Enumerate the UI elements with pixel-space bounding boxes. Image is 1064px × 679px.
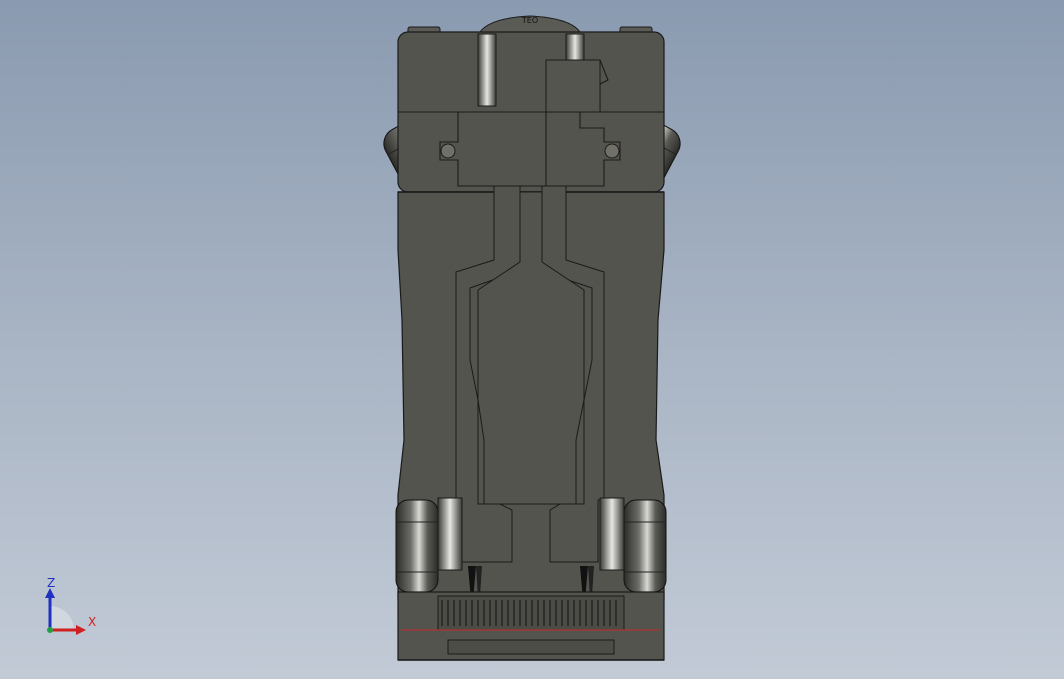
orientation-triad[interactable]: Z X [36, 576, 100, 640]
x-axis-label: X [88, 615, 96, 629]
car-model-top-view[interactable]: TEO [0, 0, 1064, 679]
rear-diffuser [397, 591, 665, 661]
graphics-viewport[interactable]: TEO Z X [0, 0, 1064, 679]
y-axis-origin [47, 627, 53, 633]
z-axis-label: Z [47, 576, 55, 590]
front-body [397, 31, 665, 193]
top-mark-text: TEO [521, 16, 538, 25]
